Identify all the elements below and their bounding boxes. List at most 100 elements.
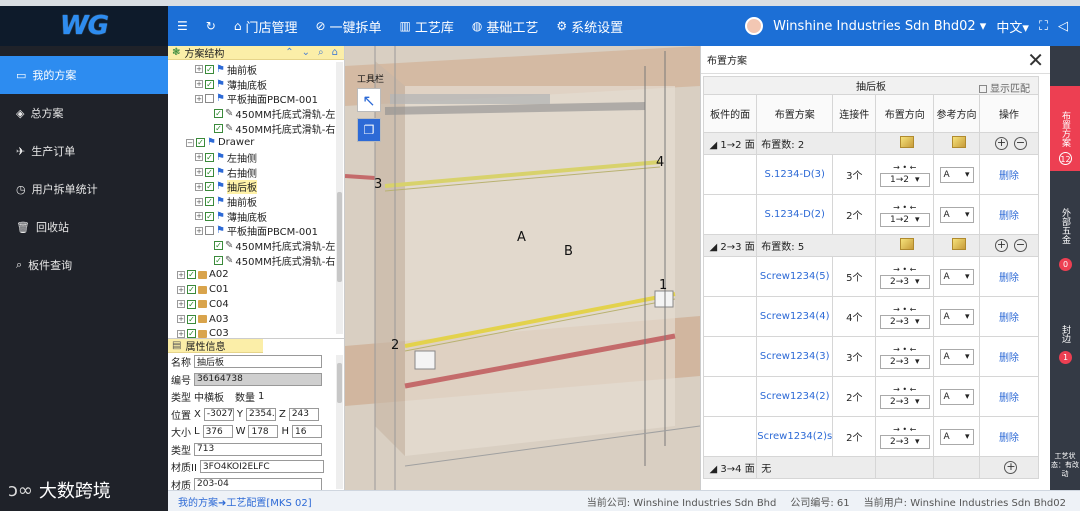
- tree-checkbox[interactable]: ✓: [196, 138, 205, 148]
- name-field[interactable]: 抽后板: [194, 355, 322, 369]
- tree-node[interactable]: ✓ ✎ 450MM托底式滑轨-右: [168, 253, 344, 268]
- add-icon[interactable]: +: [1004, 461, 1018, 474]
- notification-icon[interactable]: ◁: [1058, 19, 1068, 34]
- expand-all-icon[interactable]: ⌃: [285, 47, 293, 58]
- nav-system-settings[interactable]: ⚙ 系统设置: [547, 6, 632, 46]
- material-field[interactable]: 203-04: [194, 477, 322, 491]
- reference-direction-select[interactable]: A ▾: [939, 348, 974, 365]
- tree-node[interactable]: + ✓ ⚑ 抽前板: [168, 194, 344, 209]
- direction-select[interactable]: 2→3 ▾: [879, 315, 930, 329]
- tree-node[interactable]: − ✓ ⚑ Drawer: [168, 135, 344, 150]
- sidebar-item-board-search[interactable]: ⌕ 板件查询: [0, 246, 168, 284]
- reference-direction-select[interactable]: A ▾: [939, 308, 974, 325]
- direction-select[interactable]: 2→3 ▾: [879, 435, 930, 449]
- tree-node[interactable]: + ✓ C01: [168, 282, 344, 297]
- fullscreen-icon[interactable]: ⛶: [1039, 19, 1048, 34]
- tree-checkbox[interactable]: ✓: [214, 255, 223, 265]
- size-l-field[interactable]: 376: [202, 425, 233, 439]
- reference-direction-select[interactable]: A ▾: [939, 166, 974, 183]
- copy-tool-button[interactable]: ❐: [357, 118, 381, 142]
- sidebar-item-master-plans[interactable]: ◈ 总方案: [0, 94, 168, 132]
- tree-checkbox[interactable]: ✓: [205, 167, 214, 177]
- face-name[interactable]: ◢ 1→2 面: [702, 132, 758, 155]
- delete-button[interactable]: 删除: [999, 273, 1019, 284]
- kind-field[interactable]: 713: [194, 442, 322, 456]
- tree-checkbox[interactable]: ✓: [205, 182, 214, 192]
- expand-icon[interactable]: +: [177, 285, 185, 294]
- rail-tab-edge-banding[interactable]: 封边: [1050, 316, 1080, 352]
- pos-y-field[interactable]: 2354.5: [245, 407, 276, 421]
- reference-direction-select[interactable]: A ▾: [939, 428, 974, 445]
- tree-checkbox[interactable]: ✓: [205, 94, 214, 104]
- tree-checkbox[interactable]: ✓: [205, 79, 214, 89]
- layout-plan-link[interactable]: Screw1234(3): [760, 351, 830, 362]
- reference-direction-select[interactable]: A ▾: [939, 206, 974, 223]
- remove-icon[interactable]: −: [1013, 137, 1027, 150]
- expand-icon[interactable]: +: [195, 212, 203, 221]
- tree-checkbox[interactable]: ✓: [205, 211, 214, 221]
- face-name[interactable]: ◢ 3→4 面: [702, 456, 758, 479]
- tree-node[interactable]: + ✓ ⚑ 抽后板: [168, 179, 344, 195]
- direction-select[interactable]: 2→3 ▾: [879, 355, 930, 369]
- tree-node[interactable]: +✓⚑平板抽面PBCM-001: [168, 224, 344, 238]
- nav-one-click-split[interactable]: ⊘ 一键拆单: [306, 6, 390, 46]
- tree-checkbox[interactable]: ✓: [205, 197, 214, 207]
- tree-node[interactable]: + ✓ ⚑ 右抽侧: [168, 165, 344, 180]
- app-logo[interactable]: WG: [0, 6, 168, 46]
- refresh-button[interactable]: ↻: [197, 6, 225, 46]
- tree-node[interactable]: ✓ ✎ 450MM托底式滑轨-左: [168, 106, 344, 121]
- tree-checkbox[interactable]: ✓: [187, 329, 196, 339]
- expand-icon[interactable]: +: [195, 94, 203, 103]
- edit-icon[interactable]: [899, 238, 914, 250]
- remove-icon[interactable]: −: [1013, 239, 1027, 252]
- expand-icon[interactable]: +: [195, 182, 203, 191]
- tree-checkbox[interactable]: ✓: [214, 123, 223, 133]
- tree-node[interactable]: + ✓ A03: [168, 312, 344, 327]
- direction-select[interactable]: 1→2 ▾: [879, 213, 930, 227]
- layout-plan-link[interactable]: S.1234-D(3): [765, 169, 825, 180]
- menu-toggle-button[interactable]: ☰: [168, 6, 197, 46]
- layout-plan-link[interactable]: Screw1234(2)s: [757, 431, 832, 442]
- language-dropdown[interactable]: 中文▾: [996, 17, 1029, 36]
- tree-checkbox[interactable]: ✓: [214, 241, 223, 251]
- tree-checkbox[interactable]: ✓: [187, 299, 196, 309]
- delete-button[interactable]: 删除: [999, 353, 1019, 364]
- edit-icon[interactable]: [951, 238, 966, 250]
- rail-tab-hardware[interactable]: 外部五金: [1050, 196, 1080, 256]
- expand-icon[interactable]: +: [177, 329, 185, 338]
- delete-button[interactable]: 删除: [999, 211, 1019, 222]
- tree-node[interactable]: + ✓ C04: [168, 297, 344, 312]
- company-dropdown[interactable]: Winshine Industries Sdn Bhd02 ▾: [773, 19, 986, 34]
- layout-plan-link[interactable]: Screw1234(5): [760, 271, 830, 282]
- nav-craft-library[interactable]: ▥ 工艺库: [391, 6, 463, 46]
- expand-icon[interactable]: +: [177, 270, 185, 279]
- tree-scrollbar[interactable]: [336, 62, 343, 334]
- expand-icon[interactable]: +: [195, 65, 203, 74]
- sidebar-item-production-orders[interactable]: ✈ 生产订单: [0, 132, 168, 170]
- reference-direction-select[interactable]: A ▾: [939, 268, 974, 285]
- size-h-field[interactable]: 16: [292, 425, 322, 439]
- close-icon[interactable]: ✕: [1027, 50, 1044, 70]
- tree-node[interactable]: + ✓ A02: [168, 268, 344, 283]
- home-icon[interactable]: ⌂: [332, 47, 338, 58]
- nav-store-management[interactable]: ⌂ 门店管理: [225, 6, 307, 46]
- tree-checkbox[interactable]: ✓: [205, 152, 214, 162]
- expand-icon[interactable]: +: [177, 315, 185, 324]
- edit-icon[interactable]: [951, 136, 966, 148]
- sidebar-item-my-plans[interactable]: ▭ 我的方案: [0, 56, 168, 94]
- delete-button[interactable]: 删除: [999, 171, 1019, 182]
- select-tool-button[interactable]: ↖: [357, 88, 381, 112]
- expand-icon[interactable]: +: [195, 80, 203, 89]
- delete-button[interactable]: 删除: [999, 313, 1019, 324]
- edit-icon[interactable]: [899, 136, 914, 148]
- delete-button[interactable]: 删除: [999, 393, 1019, 404]
- expand-icon[interactable]: +: [195, 168, 203, 177]
- search-icon[interactable]: ⌕: [318, 47, 324, 58]
- expand-icon[interactable]: +: [177, 300, 185, 309]
- tree-node[interactable]: + ✓ ⚑ 抽前板: [168, 62, 344, 77]
- tree-checkbox[interactable]: ✓: [205, 226, 214, 236]
- avatar[interactable]: [745, 17, 764, 35]
- tree-node[interactable]: ✓ ✎ 450MM托底式滑轨-左: [168, 238, 344, 253]
- pos-z-field[interactable]: 243: [288, 407, 319, 421]
- tree-node[interactable]: + ✓ ⚑ 薄抽底板: [168, 77, 344, 91]
